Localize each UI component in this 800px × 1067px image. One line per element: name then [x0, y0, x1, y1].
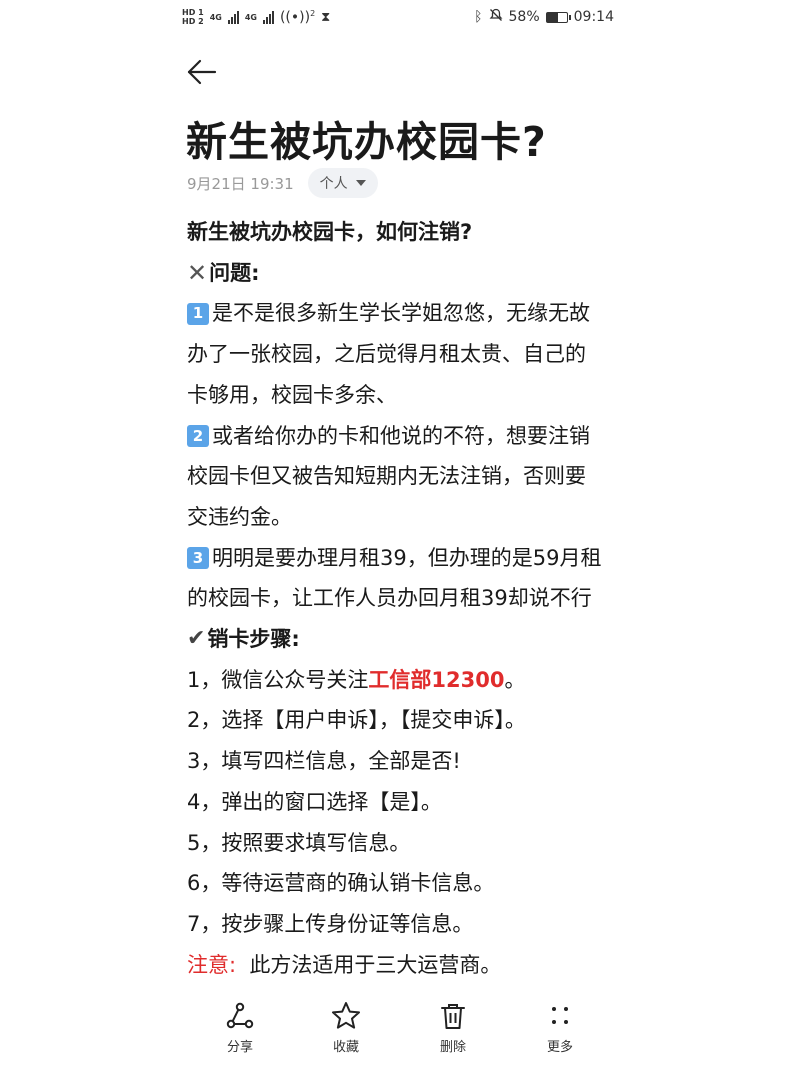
check-mark-icon: ✔: [187, 626, 206, 652]
hd1-label: HD 1: [182, 8, 204, 17]
hotspot-count: 2: [310, 8, 316, 18]
mute-bell-icon: [489, 8, 503, 26]
problem-heading: ✕ 问题:: [187, 253, 627, 294]
share-button[interactable]: 分享: [200, 1000, 280, 1055]
hourglass-icon: ⧗: [321, 9, 331, 25]
steps-heading: ✔ 销卡步骤:: [187, 619, 627, 660]
net-type-1: 4G: [209, 12, 222, 22]
status-left: HD 1 HD 2 4G 4G ((•))2 ⧗: [182, 8, 330, 26]
more-label: 更多: [546, 1040, 573, 1055]
more-dots-icon: [552, 1007, 568, 1024]
step-4: 4，弹出的窗口选择【是】。: [187, 789, 442, 814]
status-bar: HD 1 HD 2 4G 4G ((•))2 ⧗ ᛒ 58% 09:14: [0, 0, 800, 36]
cross-mark-icon: ✕: [187, 258, 208, 287]
number-1-icon: 1: [187, 302, 209, 325]
favorite-label: 收藏: [332, 1040, 359, 1055]
item1-line1: 1 是不是很多新生学长学姐忽悠，无缘无故: [187, 293, 627, 334]
delete-button[interactable]: 删除: [413, 1000, 493, 1055]
bottom-toolbar: 分享 收藏 删除 更多: [0, 1000, 800, 1067]
category-label: 个人: [319, 176, 348, 192]
number-3-icon: 3: [187, 546, 209, 569]
favorite-button[interactable]: 收藏: [306, 1000, 386, 1055]
more-button[interactable]: 更多: [520, 1000, 600, 1055]
delete-label: 删除: [439, 1040, 466, 1055]
arrow-left-icon: [187, 59, 217, 85]
star-icon: [332, 1002, 360, 1029]
note-text: 此方法适用于三大运营商。: [236, 952, 502, 977]
signal-2-icon: [262, 10, 274, 24]
step-5: 5，按照要求填写信息。: [187, 830, 411, 855]
signal-1-icon: [227, 10, 239, 24]
battery-percent: 58%: [508, 9, 540, 25]
note-line: 注意: 此方法适用于三大运营商。: [187, 945, 627, 986]
battery-icon: [545, 11, 571, 23]
item1-line2: 办了一张校园，之后觉得月租太贵、自己的: [187, 342, 586, 367]
step1-prefix: 1，微信公众号关注: [187, 667, 369, 692]
bluetooth-icon: ᛒ: [474, 9, 483, 25]
hd2-label: HD 2: [182, 17, 204, 26]
item3-line1: 3 明明是要办理月租39，但办理的是59月租: [187, 538, 627, 579]
note-content[interactable]: 新生被坑办校园卡，如何注销? ✕ 问题: 1 是不是很多新生学长学姐忽悠，无缘无…: [187, 212, 627, 985]
step-1: 1，微信公众号关注 工信部12300 。: [187, 660, 627, 701]
item2-text1: 或者给你办的卡和他说的不符，想要注销: [212, 423, 590, 448]
item3-line2: 的校园卡，让工作人员办回月租39却说不行: [187, 586, 592, 611]
battery-fill: [546, 12, 559, 22]
back-button[interactable]: [184, 56, 220, 88]
share-icon: [226, 1002, 254, 1029]
net-type-2: 4G: [244, 12, 257, 22]
step1-suffix: 。: [504, 667, 526, 692]
steps-label: 销卡步骤:: [207, 627, 300, 652]
problem-label: 问题:: [209, 260, 260, 285]
step1-highlight: 工信部12300: [368, 667, 505, 692]
step-7: 7，按步骤上传身份证等信息。: [187, 911, 474, 936]
number-2-icon: 2: [187, 424, 209, 447]
hotspot-icon: ((•))2: [279, 8, 316, 26]
item2-line3: 交违约金。: [187, 504, 292, 529]
hd-indicator: HD 1 HD 2: [182, 8, 204, 26]
trash-icon: [441, 1004, 465, 1029]
step-2: 2，选择【用户申诉】，【提交申诉】。: [187, 708, 526, 733]
item2-line1: 2 或者给你办的卡和他说的不符，想要注销: [187, 416, 627, 457]
note-label: 注意:: [187, 952, 237, 977]
step-3: 3，填写四栏信息，全部是否!: [187, 749, 461, 774]
category-dropdown[interactable]: 个人: [307, 168, 378, 198]
content-heading: 新生被坑办校园卡，如何注销?: [187, 220, 473, 244]
share-label: 分享: [226, 1040, 253, 1055]
item1-text1: 是不是很多新生学长学姐忽悠，无缘无故: [212, 301, 590, 326]
status-right: ᛒ 58% 09:14: [474, 8, 614, 26]
clock: 09:14: [573, 9, 614, 25]
note-date: 9月21日 19:31: [187, 174, 294, 193]
caret-down-icon: [355, 180, 366, 186]
page-title: 新生被坑办校园卡?: [186, 118, 547, 166]
item2-line2: 校园卡但又被告知短期内无法注销，否则要: [187, 464, 586, 489]
item1-line3: 卡够用，校园卡多余、: [187, 382, 397, 407]
item3-text1: 明明是要办理月租39，但办理的是59月租: [212, 545, 602, 570]
step-6: 6，等待运营商的确认销卡信息。: [187, 871, 495, 896]
meta-row: 9月21日 19:31 个人: [187, 168, 378, 198]
